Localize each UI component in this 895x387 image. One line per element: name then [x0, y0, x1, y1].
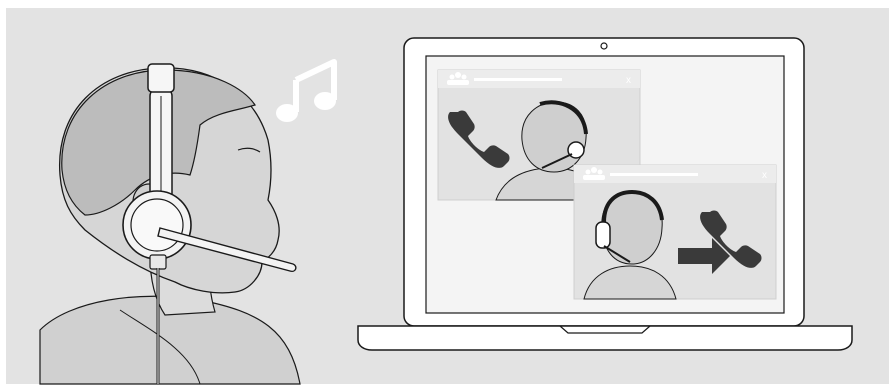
- laptop-base: [357, 325, 853, 351]
- illustration-svg: x x: [6, 8, 889, 385]
- earcup-connector: [149, 254, 167, 270]
- call-window-bottom: x: [573, 164, 777, 300]
- title-placeholder: [474, 78, 562, 81]
- earcup-inner: [130, 198, 184, 252]
- title-placeholder: [610, 173, 698, 176]
- close-icon[interactable]: x: [626, 75, 631, 86]
- webcam: [600, 42, 608, 50]
- caller-bottom-earcup: [595, 221, 611, 249]
- close-icon[interactable]: x: [762, 170, 767, 181]
- headband-top: [147, 63, 175, 93]
- headset-call-illustration: x x: [0, 0, 895, 387]
